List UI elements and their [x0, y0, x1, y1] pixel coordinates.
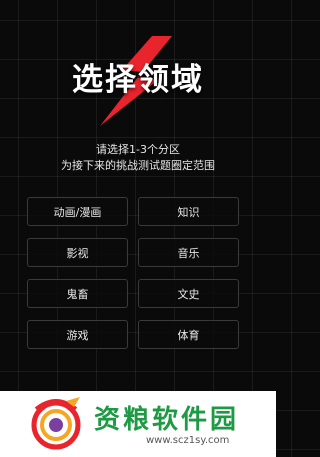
instruction-text: 请选择1-3个分区 为接下来的挑战测试题圈定范围 [0, 142, 276, 174]
category-animation-comic[interactable]: 动画/漫画 [27, 197, 128, 226]
category-history[interactable]: 文史 [138, 279, 239, 308]
page-title: 选择领域 [72, 62, 204, 98]
category-film-tv[interactable]: 影视 [27, 238, 128, 267]
category-music[interactable]: 音乐 [138, 238, 239, 267]
category-games[interactable]: 游戏 [27, 320, 128, 349]
title-area: 选择领域 [0, 36, 276, 126]
category-sports[interactable]: 体育 [138, 320, 239, 349]
category-knowledge[interactable]: 知识 [138, 197, 239, 226]
instruction-line-1: 请选择1-3个分区 [96, 143, 180, 156]
brand-url: www.scz1sy.com [146, 435, 230, 446]
category-grid: 动画/漫画 知识 影视 音乐 鬼畜 文史 游戏 体育 [27, 197, 239, 349]
category-kichiku[interactable]: 鬼畜 [27, 279, 128, 308]
brand-name: 资粮软件园 [94, 405, 240, 435]
instruction-line-2: 为接下来的挑战测试题圈定范围 [61, 159, 215, 172]
dragon-logo-icon [31, 397, 81, 450]
watermark-banner: 资粮软件园 www.scz1sy.com [0, 391, 276, 457]
